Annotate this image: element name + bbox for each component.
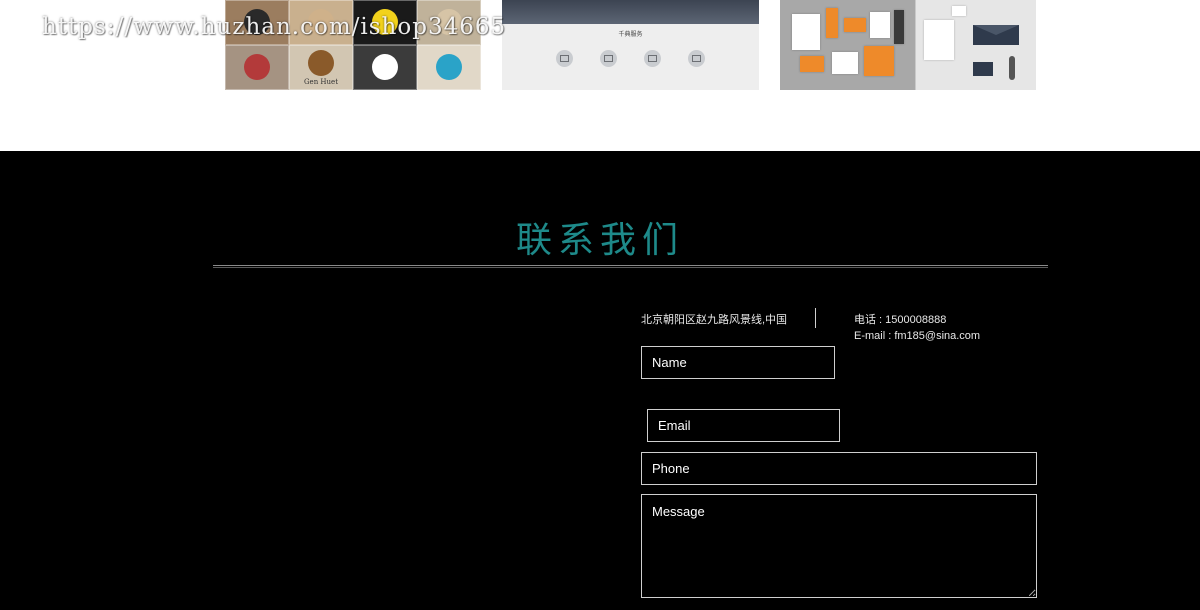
icon-glyph bbox=[692, 55, 702, 62]
window-icon bbox=[688, 50, 706, 67]
phone-icon bbox=[644, 50, 662, 67]
title-divider bbox=[213, 265, 1048, 268]
message-field[interactable] bbox=[641, 494, 1037, 598]
letterhead bbox=[792, 14, 820, 50]
orange-bag bbox=[826, 8, 838, 38]
contact-title: 联系我们 bbox=[515, 220, 684, 261]
logo-mark-icon bbox=[372, 8, 398, 35]
portfolio-card-brand-identity[interactable] bbox=[780, 0, 1036, 90]
laptop-photo-banner bbox=[502, 0, 759, 24]
orange-box bbox=[864, 46, 894, 76]
logo-mark-icon bbox=[436, 53, 462, 80]
folder bbox=[870, 12, 890, 38]
web-preview-icons bbox=[502, 50, 759, 67]
portfolio-card-logo-design[interactable]: Gen Huet bbox=[225, 0, 481, 90]
logo-tile bbox=[225, 45, 289, 90]
portfolio-section: Gen Huet 千典服务 https://www.huzhan.com/ish… bbox=[0, 0, 1200, 151]
email-field[interactable] bbox=[647, 409, 840, 442]
notebook bbox=[832, 52, 858, 74]
logo-mark-icon bbox=[436, 8, 462, 35]
pattern-card bbox=[973, 62, 993, 76]
phone-field[interactable] bbox=[641, 452, 1037, 485]
logo-tile bbox=[353, 0, 417, 45]
dark-pen bbox=[894, 10, 904, 44]
letter-sheet bbox=[924, 20, 954, 60]
info-divider bbox=[815, 308, 816, 328]
contact-phone: 电话 : 1500008888 bbox=[854, 314, 947, 326]
laptop-icon bbox=[599, 50, 617, 67]
logo-mark-icon bbox=[308, 8, 334, 35]
logo-tile bbox=[289, 0, 353, 45]
envelope-dark bbox=[973, 25, 1019, 45]
logo-caption: Gen Huet bbox=[303, 77, 339, 86]
logo-mark-icon bbox=[244, 8, 270, 35]
logo-mark-icon bbox=[244, 53, 270, 80]
logo-tile: Gen Huet bbox=[289, 45, 353, 90]
monitor-icon bbox=[555, 50, 573, 67]
logo-tile bbox=[353, 45, 417, 90]
card-small bbox=[952, 6, 966, 16]
logo-tile bbox=[417, 45, 481, 90]
logo-mark-icon bbox=[372, 53, 398, 80]
contact-email: E-mail : fm185@sina.com bbox=[854, 330, 981, 342]
name-field[interactable] bbox=[641, 346, 835, 379]
logo-mark-icon bbox=[308, 49, 334, 76]
pen-tube bbox=[1009, 56, 1015, 80]
logo-tile bbox=[417, 0, 481, 45]
logo-tile bbox=[225, 0, 289, 45]
stationery-mockup-2 bbox=[916, 0, 1036, 90]
web-preview-heading: 千典服务 bbox=[502, 29, 759, 39]
contact-section: 联系我们 北京朝阳区赵九路风景线,中国 电话 : 1500008888 E-ma… bbox=[0, 151, 1200, 610]
portfolio-card-web-design[interactable]: 千典服务 bbox=[502, 0, 759, 90]
icon-glyph bbox=[559, 55, 569, 62]
orange-envelope bbox=[800, 56, 824, 72]
contact-address: 北京朝阳区赵九路风景线,中国 bbox=[641, 314, 788, 326]
icon-glyph bbox=[603, 55, 613, 62]
web-preview-heading-text: 千典服务 bbox=[618, 31, 643, 38]
logo-grid: Gen Huet bbox=[225, 0, 481, 90]
stationery-mockup bbox=[780, 0, 915, 90]
orange-card bbox=[844, 18, 866, 32]
icon-glyph bbox=[648, 55, 658, 62]
